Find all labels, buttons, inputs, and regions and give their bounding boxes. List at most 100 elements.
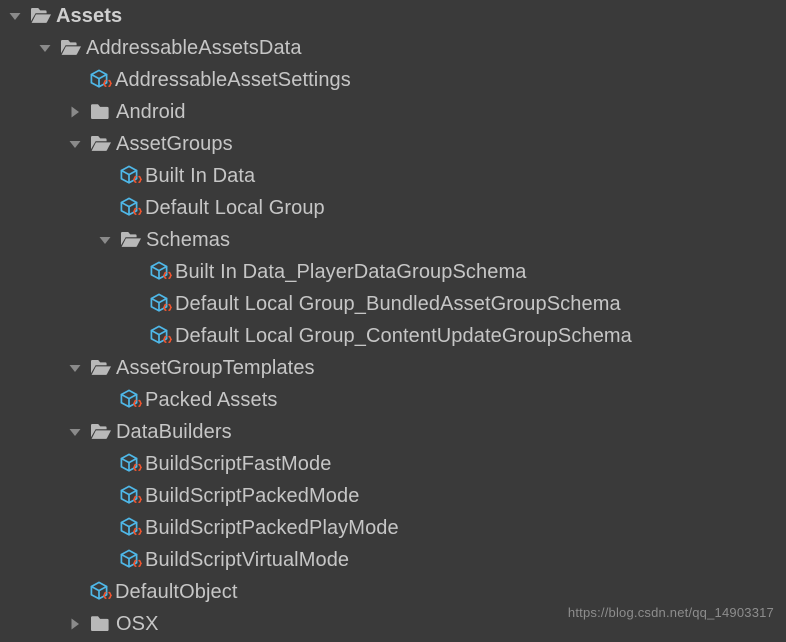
tree-row[interactable]: AddressableAssetSettings <box>0 64 786 96</box>
script-object-icon <box>148 288 174 320</box>
tree-row-label: Default Local Group_ContentUpdateGroupSc… <box>175 325 632 347</box>
folder-open-icon <box>88 352 114 384</box>
chevron-down-icon[interactable] <box>62 352 88 384</box>
tree-row-label: DefaultObject <box>115 581 238 603</box>
tree-indent-spacer <box>0 336 122 337</box>
tree-indent-spacer <box>0 272 122 273</box>
tree-indent-spacer <box>0 592 62 593</box>
tree-row-label: BuildScriptPackedPlayMode <box>145 517 399 539</box>
tree-row[interactable]: BuildScriptPackedMode <box>0 480 786 512</box>
tree-row-label: BuildScriptFastMode <box>145 453 332 475</box>
tree-indent-spacer <box>0 368 62 369</box>
tree-indent-spacer <box>0 304 122 305</box>
tree-row[interactable]: Default Local Group <box>0 192 786 224</box>
chevron-down-icon[interactable] <box>62 416 88 448</box>
twisty-placeholder <box>62 64 88 96</box>
tree-row[interactable]: Packed Assets <box>0 384 786 416</box>
chevron-down-icon[interactable] <box>92 224 118 256</box>
script-object-icon <box>148 320 174 352</box>
chevron-down-icon[interactable] <box>2 0 28 32</box>
script-object-icon <box>118 384 144 416</box>
script-object-icon <box>88 576 114 608</box>
tree-row-label: Android <box>116 101 186 123</box>
chevron-right-icon[interactable] <box>62 96 88 128</box>
tree-indent-spacer <box>0 624 62 625</box>
tree-row-label: Built In Data <box>145 165 256 187</box>
tree-indent-spacer <box>0 528 92 529</box>
tree-row-label: BuildScriptVirtualMode <box>145 549 350 571</box>
tree-row[interactable]: Built In Data_PlayerDataGroupSchema <box>0 256 786 288</box>
tree-row[interactable]: DataBuilders <box>0 416 786 448</box>
folder-open-icon <box>58 32 84 64</box>
twisty-placeholder <box>92 480 118 512</box>
twisty-placeholder <box>92 160 118 192</box>
chevron-down-icon[interactable] <box>62 128 88 160</box>
twisty-placeholder <box>92 512 118 544</box>
tree-row[interactable]: Default Local Group_ContentUpdateGroupSc… <box>0 320 786 352</box>
tree-indent-spacer <box>0 400 92 401</box>
tree-row[interactable]: AssetGroupTemplates <box>0 352 786 384</box>
twisty-placeholder <box>122 320 148 352</box>
tree-indent-spacer <box>0 80 62 81</box>
tree-row-label: OSX <box>116 613 159 635</box>
tree-row[interactable]: Assets <box>0 0 786 32</box>
script-object-icon <box>148 256 174 288</box>
script-object-icon <box>118 480 144 512</box>
tree-row-label: Assets <box>56 5 123 27</box>
twisty-placeholder <box>62 576 88 608</box>
tree-row[interactable]: BuildScriptVirtualMode <box>0 544 786 576</box>
tree-row-label: Schemas <box>146 229 231 251</box>
tree-row[interactable]: Schemas <box>0 224 786 256</box>
tree-row-label: Default Local Group <box>145 197 325 219</box>
script-object-icon <box>118 192 144 224</box>
tree-row[interactable]: DefaultObject <box>0 576 786 608</box>
tree-row-label: DataBuilders <box>116 421 232 443</box>
tree-row[interactable]: AddressableAssetsData <box>0 32 786 64</box>
tree-indent-spacer <box>0 144 62 145</box>
folder-open-icon <box>88 128 114 160</box>
project-tree-view[interactable]: Assets AddressableAssetsData AddressableAs… <box>0 0 786 642</box>
tree-indent-spacer <box>0 496 92 497</box>
tree-row-label: Default Local Group_BundledAssetGroupSch… <box>175 293 621 315</box>
tree-row[interactable]: BuildScriptPackedPlayMode <box>0 512 786 544</box>
script-object-icon <box>118 448 144 480</box>
watermark-text: https://blog.csdn.net/qq_14903317 <box>567 605 774 620</box>
folder-closed-icon <box>88 608 114 640</box>
chevron-down-icon[interactable] <box>32 32 58 64</box>
tree-row-label: AssetGroups <box>116 133 233 155</box>
twisty-placeholder <box>122 256 148 288</box>
folder-open-icon <box>118 224 144 256</box>
twisty-placeholder <box>92 192 118 224</box>
script-object-icon <box>118 512 144 544</box>
tree-row[interactable]: Android <box>0 96 786 128</box>
twisty-placeholder <box>92 544 118 576</box>
tree-row-label: AddressableAssetSettings <box>115 69 351 91</box>
tree-row-label: Built In Data_PlayerDataGroupSchema <box>175 261 527 283</box>
tree-indent-spacer <box>0 208 92 209</box>
twisty-placeholder <box>92 384 118 416</box>
tree-indent-spacer <box>0 464 92 465</box>
folder-closed-icon <box>88 96 114 128</box>
tree-indent-spacer <box>0 176 92 177</box>
tree-row[interactable]: BuildScriptFastMode <box>0 448 786 480</box>
tree-row-label: AssetGroupTemplates <box>116 357 315 379</box>
folder-open-icon <box>28 0 54 32</box>
twisty-placeholder <box>92 448 118 480</box>
tree-indent-spacer <box>0 48 32 49</box>
tree-indent-spacer <box>0 560 92 561</box>
tree-indent-spacer <box>0 240 92 241</box>
twisty-placeholder <box>122 288 148 320</box>
tree-row[interactable]: Default Local Group_BundledAssetGroupSch… <box>0 288 786 320</box>
script-object-icon <box>118 544 144 576</box>
tree-indent-spacer <box>0 432 62 433</box>
tree-row[interactable]: AssetGroups <box>0 128 786 160</box>
chevron-right-icon[interactable] <box>62 608 88 640</box>
tree-row-label: BuildScriptPackedMode <box>145 485 360 507</box>
tree-indent-spacer <box>0 112 62 113</box>
folder-open-icon <box>88 416 114 448</box>
script-object-icon <box>118 160 144 192</box>
tree-row-label: AddressableAssetsData <box>86 37 302 59</box>
tree-row-label: Packed Assets <box>145 389 278 411</box>
tree-row[interactable]: Built In Data <box>0 160 786 192</box>
script-object-icon <box>88 64 114 96</box>
